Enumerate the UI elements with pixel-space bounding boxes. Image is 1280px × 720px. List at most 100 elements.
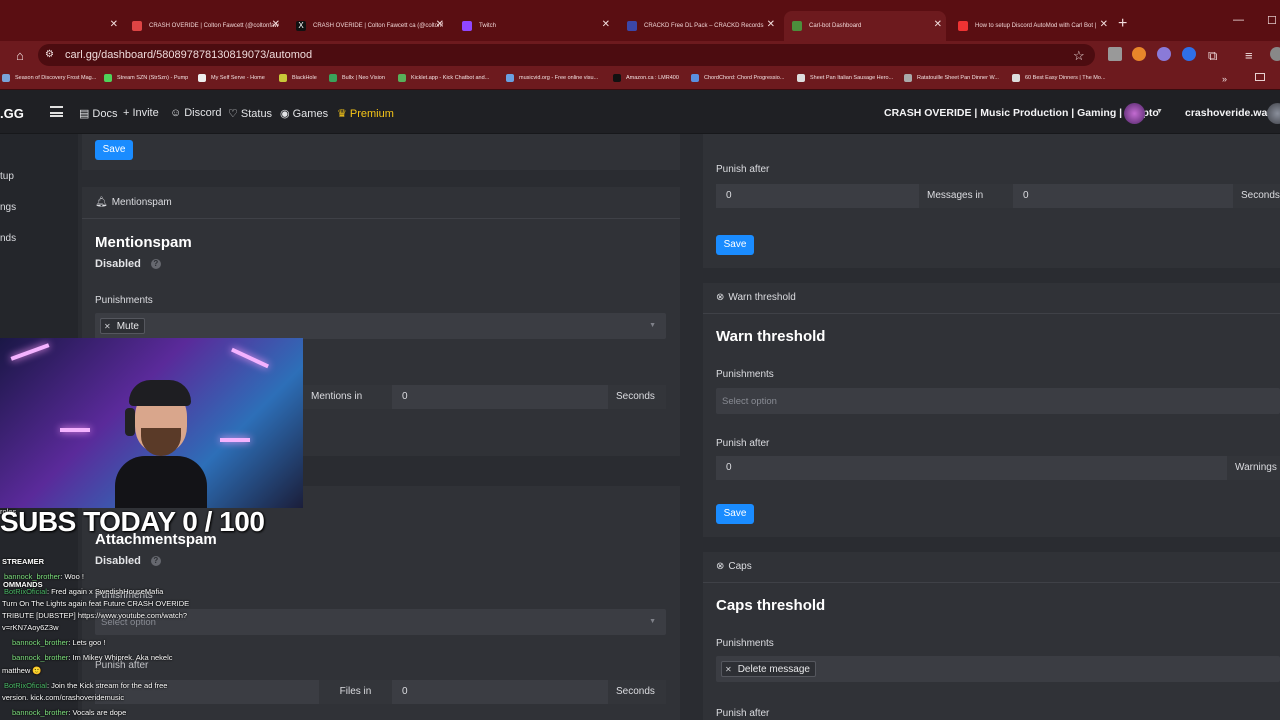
home-icon[interactable]: ⌂ — [16, 48, 24, 63]
punishments-select[interactable]: Select option — [716, 388, 1280, 414]
punishments-select[interactable]: ✕ Delete message — [716, 656, 1280, 682]
chevron-down-icon: ▼ — [649, 322, 656, 329]
bookmark-item[interactable]: Bullx | Neo Vision — [329, 74, 385, 82]
chat-text: : Woo ! — [60, 572, 84, 581]
browser-tab[interactable]: X CRASH OVERIDE | Colton Fawcett ca (@co… — [288, 11, 448, 41]
nav-discord[interactable]: ☺ Discord — [170, 107, 222, 119]
chat-user: BotRixOficial — [4, 681, 47, 690]
punishments-label: Punishments — [716, 369, 774, 380]
site-info-icon[interactable]: ⚙ — [45, 49, 54, 60]
close-icon[interactable]: ✕ — [272, 19, 280, 30]
help-icon[interactable]: ? — [150, 556, 161, 566]
nav-status[interactable]: ♡ Status — [228, 107, 272, 121]
chat-user: BotRixOficial — [4, 587, 47, 596]
tab-title: Twitch — [479, 23, 497, 29]
chat-message: bannock_brother: Lets goo ! — [12, 638, 105, 647]
nav-games[interactable]: ◉ Games — [280, 107, 328, 121]
sidebar-item[interactable]: ngs — [0, 202, 16, 213]
close-icon[interactable]: ✕ — [934, 19, 942, 30]
chat-message: bannock_brother: Vocals are dope — [12, 708, 126, 717]
bookmark-item[interactable]: Kicklet.app - Kick Chatbot and... — [398, 74, 489, 82]
bookmark-item[interactable]: Amazon.ca : LMR400 — [613, 74, 679, 82]
save-button[interactable]: Save — [95, 140, 133, 160]
sidebar-item[interactable]: tup — [0, 171, 14, 182]
messages-seconds-input[interactable]: 0 — [1013, 184, 1233, 208]
bookmark-item[interactable]: ChordChord: Chord Progressio... — [691, 74, 784, 82]
chip-label: Mute — [116, 320, 139, 332]
bookmark-item[interactable]: 60 Best Easy Dinners | The Mo... — [1012, 74, 1106, 82]
browser-tab[interactable]: CRACKD Free DL Pack – CRACKD Records ✕ — [619, 11, 779, 41]
bookmark-item[interactable]: Sheet Pan Italian Sausage Hero... — [797, 74, 893, 82]
save-button[interactable]: Save — [716, 235, 754, 255]
divider — [82, 218, 680, 219]
nav-label: Invite — [132, 107, 159, 119]
punishment-chip: ✕ Delete message — [721, 661, 816, 677]
minimize-icon[interactable]: — — [1233, 14, 1244, 26]
nav-premium[interactable]: ♛ Premium — [337, 107, 394, 121]
profile-icon[interactable] — [1270, 47, 1280, 61]
bookmark-star-icon[interactable]: ☆ — [1073, 48, 1085, 64]
shield-icon[interactable] — [1182, 47, 1196, 61]
bookmark-item[interactable]: BlackHole — [279, 74, 317, 82]
messages-count-input[interactable]: 0 — [716, 184, 919, 208]
close-icon[interactable]: ✕ — [602, 19, 610, 30]
mentions-seconds-input[interactable]: 0 — [392, 385, 608, 409]
chevron-down-icon: ▼ — [649, 618, 656, 625]
neon-light — [10, 343, 50, 361]
browser-tab-active[interactable]: Carl-bot Dashboard ✕ — [784, 11, 946, 41]
sidebar-item[interactable]: nds — [0, 233, 16, 244]
chevron-down-icon[interactable]: ▼ — [1156, 108, 1163, 115]
punishments-select[interactable]: ✕ Mute ▼ — [95, 313, 666, 339]
puzzle-icon[interactable]: ⧉ — [1208, 48, 1217, 64]
close-icon[interactable]: ✕ — [110, 19, 118, 30]
files-in-addon: Files in — [319, 680, 392, 704]
maximize-icon[interactable]: ☐ — [1267, 14, 1277, 27]
bell-icon: 🔔︎ — [95, 197, 108, 208]
browser-tab[interactable]: ✕ — [0, 11, 122, 41]
tab-title: How to setup Discord AutoMod with Carl B… — [975, 23, 1097, 29]
metamask-icon[interactable] — [1132, 47, 1146, 61]
bookmark-item[interactable]: Season of Discovery Frost Mag... — [2, 74, 96, 82]
new-tab-icon[interactable]: + — [1118, 15, 1127, 33]
browser-tab[interactable]: Twitch ✕ — [454, 11, 614, 41]
webcam-overlay — [0, 338, 303, 508]
mentionspam-title: Mentionspam — [95, 234, 192, 251]
close-icon[interactable]: ✕ — [767, 19, 775, 30]
more-bookmarks-icon[interactable]: » — [1222, 74, 1227, 84]
close-icon[interactable]: ✕ — [436, 19, 444, 30]
plus-icon: + — [123, 107, 130, 119]
media-icon[interactable]: ≡ — [1245, 48, 1253, 63]
chat-message: matthew 🙂 — [2, 666, 42, 675]
browser-tab[interactable]: CRASH OVERIDE | Colton Fawcett (@coltonf… — [124, 11, 284, 41]
extension-icon[interactable] — [1108, 47, 1122, 61]
card-header-label: Caps — [728, 561, 752, 572]
tab-title: Carl-bot Dashboard — [809, 23, 862, 29]
bookmark-item[interactable]: My Self Serve - Home — [198, 74, 265, 82]
bookmark-item[interactable]: musicvid.org - Free online visu... — [506, 74, 598, 82]
chat-message: BotRixOficial: Fred again x SwedishHouse… — [4, 587, 163, 596]
extension-icon[interactable] — [1157, 47, 1171, 61]
warnings-addon: Warnings — [1227, 456, 1280, 480]
browser-tab[interactable]: How to setup Discord AutoMod with Carl B… — [950, 11, 1112, 41]
server-avatar[interactable] — [1124, 103, 1145, 124]
tab-title: CRACKD Free DL Pack – CRACKD Records — [644, 23, 764, 29]
circle-x-icon: ⊗ — [716, 292, 725, 303]
close-icon[interactable]: ✕ — [1100, 19, 1108, 30]
save-button[interactable]: Save — [716, 504, 754, 524]
menu-icon[interactable] — [50, 106, 63, 117]
punishments-label: Punishments — [95, 295, 153, 306]
bookmark-item[interactable]: Stream SZN (StrSzn) - Pump — [104, 74, 188, 82]
help-icon[interactable]: ? — [150, 259, 161, 269]
server-name[interactable]: CRASH OVERIDE | Music Production | Gamin… — [884, 107, 1159, 119]
nav-invite[interactable]: + Invite — [123, 107, 159, 119]
warnings-count-input[interactable]: 0 — [716, 456, 1227, 480]
folder-icon[interactable] — [1255, 73, 1265, 81]
remove-icon[interactable]: ✕ — [104, 322, 111, 331]
site-logo[interactable]: .GG — [0, 106, 24, 121]
twitch-icon — [462, 21, 472, 31]
bookmark-item[interactable]: Ratatouille Sheet Pan Dinner W... — [904, 74, 999, 82]
user-name[interactable]: crashoveride.wav — [1185, 107, 1273, 119]
remove-icon[interactable]: ✕ — [725, 665, 732, 674]
nav-docs[interactable]: ▤ Docs — [79, 107, 117, 121]
files-seconds-input[interactable]: 0 — [392, 680, 608, 704]
